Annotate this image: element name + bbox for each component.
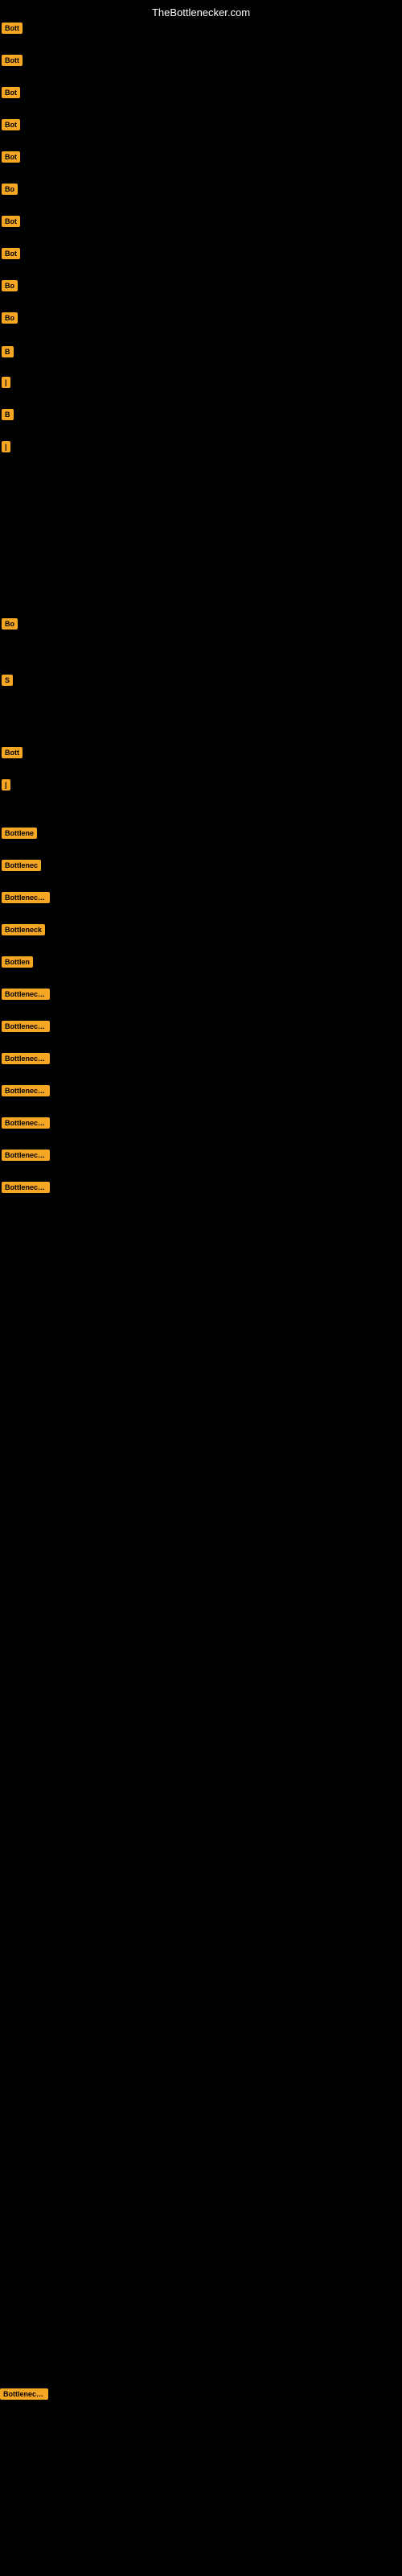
badge-item: Bot (2, 119, 20, 130)
site-title: TheBottlenecker.com (152, 6, 250, 19)
badge-item: B (2, 409, 14, 420)
badge-item: Bottleneck n (2, 892, 50, 903)
badge-item: B (2, 346, 14, 357)
badge-item: | (2, 441, 10, 452)
badge-item: Bottleneck res (2, 1117, 50, 1129)
badge-item: | (2, 377, 10, 388)
badge-item: Bottlene (2, 828, 37, 839)
badge-item: Bot (2, 151, 20, 163)
badge-item: Bottleneck re (2, 1053, 50, 1064)
badge-item: Bottleneck re (2, 1182, 50, 1193)
badge-item: Bo (2, 280, 18, 291)
badge-item: Bo (2, 618, 18, 630)
badge-item: Bottlen (2, 956, 33, 968)
badge-item: Bo (2, 184, 18, 195)
badge-item: Bottleneck resu (2, 1150, 50, 1161)
badge-item: Bottleneck re (2, 1021, 50, 1032)
badge-item: Bot (2, 87, 20, 98)
badge-item: Bottleneck res (0, 2388, 48, 2400)
badge-item: Bott (2, 23, 23, 34)
badge-item: Bot (2, 248, 20, 259)
badge-item: Bottleneck res (2, 1085, 50, 1096)
badge-item: Bottlenec (2, 860, 41, 871)
badge-item: | (2, 779, 10, 791)
badge-item: Bott (2, 747, 23, 758)
badge-item: Bottleneck e (2, 989, 50, 1000)
badge-item: Bott (2, 55, 23, 66)
badge-item: Bot (2, 216, 20, 227)
badge-item: S (2, 675, 13, 686)
badge-item: Bo (2, 312, 18, 324)
badge-item: Bottleneck (2, 924, 45, 935)
